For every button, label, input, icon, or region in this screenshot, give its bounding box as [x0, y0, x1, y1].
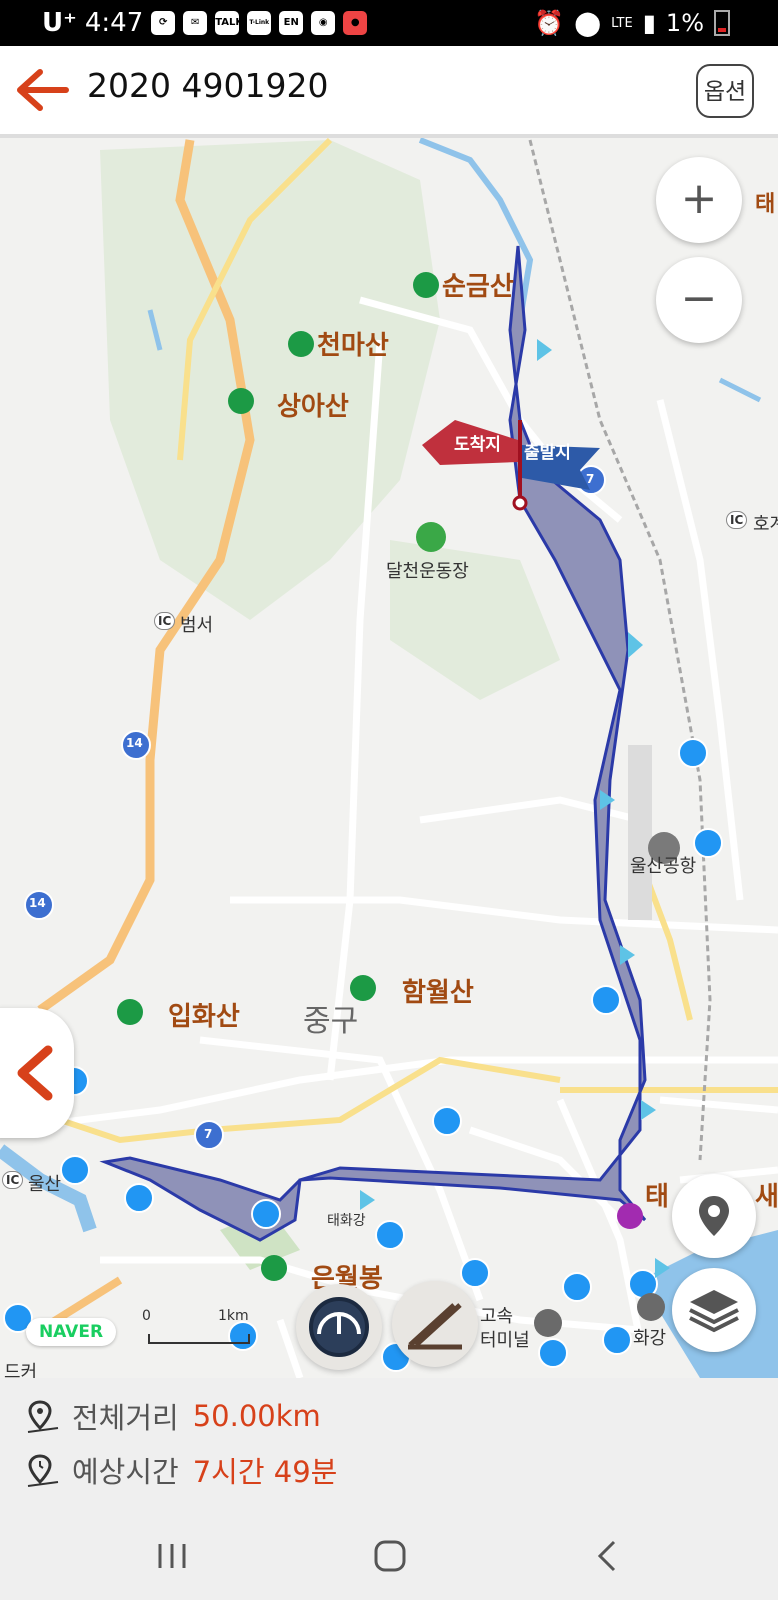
system-back-icon[interactable] — [578, 1532, 638, 1580]
recent-apps-icon[interactable] — [142, 1532, 202, 1580]
station-marker — [637, 1293, 665, 1321]
poi-hwagang: 화강 — [633, 1328, 667, 1349]
zoom-out-button[interactable]: − — [656, 257, 742, 343]
zoom-in-button[interactable]: + — [656, 157, 742, 243]
partial-label-right-top: 태 — [755, 192, 776, 217]
status-bar: U⁺ 4:47 ⟳ ✉ TALK T-Link EN ◉ ● ⏰ ⬤ LTE ▮… — [0, 0, 778, 46]
layers-icon — [689, 1290, 739, 1333]
mountain-label-1: 순금산 — [442, 272, 514, 302]
road-number-7a: 7 — [204, 1127, 213, 1141]
poi-terminal-2: 터미널 — [480, 1330, 530, 1351]
mountain-label-4: 함월산 — [402, 978, 474, 1008]
kakaotalk-icon: TALK — [215, 11, 243, 35]
flag-start-label: 출발지 — [524, 443, 571, 463]
road-number-7b: 7 — [586, 472, 595, 486]
route-summary-panel: 전체거리 50.00km 예상시간 7시간 49분 — [0, 1378, 778, 1512]
map-layers-button[interactable] — [672, 1268, 756, 1352]
airport-runway — [628, 745, 652, 920]
speedometer-icon — [309, 1297, 369, 1357]
distance-label: 전체거리 — [72, 1401, 179, 1435]
tlink-icon: T-Link — [247, 11, 272, 35]
scale-end-label: 1km — [218, 1308, 249, 1324]
ic-badge-beomseo: IC — [154, 612, 176, 630]
home-icon[interactable] — [360, 1532, 420, 1580]
time-value: 7시간 49분 — [192, 1455, 338, 1489]
chevron-left-icon — [17, 1045, 53, 1101]
sync-icon: ⟳ — [151, 11, 176, 35]
app-notif-icon-2: ● — [343, 11, 368, 35]
stadium-marker — [416, 522, 446, 552]
app-notif-icon: ◉ — [311, 11, 336, 35]
road-number-14a: 14 — [126, 736, 143, 750]
time-row: 예상시간 7시간 49분 — [24, 1450, 337, 1490]
my-location-button[interactable] — [672, 1174, 756, 1258]
partial-label-bottom-left: 드커 — [4, 1362, 38, 1378]
mountain-label-2: 천마산 — [317, 331, 389, 361]
battery-icon — [714, 10, 730, 36]
poi-beomseo: 범서 — [180, 615, 214, 636]
alarm-icon: ⏰ — [534, 9, 565, 37]
speedometer-button[interactable] — [296, 1284, 382, 1370]
distance-pin-icon — [27, 1400, 59, 1433]
location-pin-icon — [699, 1196, 729, 1236]
district-label: 중구 — [303, 1004, 359, 1039]
app-header: 2020 4901920 옵션 — [0, 46, 778, 138]
option-button[interactable]: 옵션 — [696, 64, 754, 118]
mountain-label-3: 상아산 — [277, 392, 349, 422]
location-icon: ⬤ — [574, 9, 602, 37]
carrier-label: U⁺ — [42, 8, 77, 38]
lte-label: LTE — [611, 15, 633, 31]
scale-start-label: 0 — [142, 1308, 151, 1324]
distance-row: 전체거리 50.00km — [24, 1396, 321, 1436]
road-number-14b: 14 — [29, 896, 46, 910]
signal-icon: ▮ — [642, 9, 656, 37]
poi-taehwa: 태화강 — [327, 1213, 366, 1229]
route-title: 2020 4901920 — [87, 66, 329, 105]
slope-icon — [408, 1303, 462, 1350]
time-pin-icon — [27, 1454, 59, 1487]
poi-airport: 울산공항 — [630, 856, 697, 877]
map-view[interactable]: 순금산 천마산 상아산 함월산 입화산 은월봉 달천운동장 울산공항 범서 울산… — [0, 138, 778, 1378]
elevation-button[interactable] — [392, 1281, 478, 1367]
back-arrow-icon[interactable] — [14, 66, 70, 114]
time-label: 예상시간 — [72, 1455, 179, 1489]
poi-ulsan: 울산 — [28, 1174, 62, 1195]
system-nav-bar — [0, 1512, 778, 1600]
partial-label-right-bottom: 새 — [755, 1182, 778, 1212]
mountain-label-5: 입화산 — [168, 1002, 240, 1032]
terminal-marker — [534, 1309, 562, 1337]
poi-terminal-1: 고속 — [480, 1306, 514, 1327]
distance-value: 50.00km — [192, 1399, 321, 1433]
partial-label-taehwa: 태 — [645, 1182, 669, 1212]
flag-end-label: 도착지 — [454, 435, 501, 455]
forest-area — [100, 140, 440, 620]
naver-logo: NAVER — [26, 1318, 116, 1346]
bike-marker — [617, 1203, 643, 1229]
en-shield-icon: EN — [279, 11, 304, 35]
message-icon: ✉ — [183, 11, 208, 35]
clock: 4:47 — [84, 8, 144, 38]
ic-badge-hogye: IC — [726, 511, 748, 529]
ic-badge-ulsan: IC — [2, 1171, 24, 1189]
scale-bar — [148, 1334, 250, 1344]
battery-percent: 1% — [665, 9, 704, 37]
poi-stadium: 달천운동장 — [386, 561, 469, 582]
poi-hogye: 호계 — [753, 514, 778, 535]
side-panel-toggle-button[interactable] — [0, 1008, 74, 1138]
